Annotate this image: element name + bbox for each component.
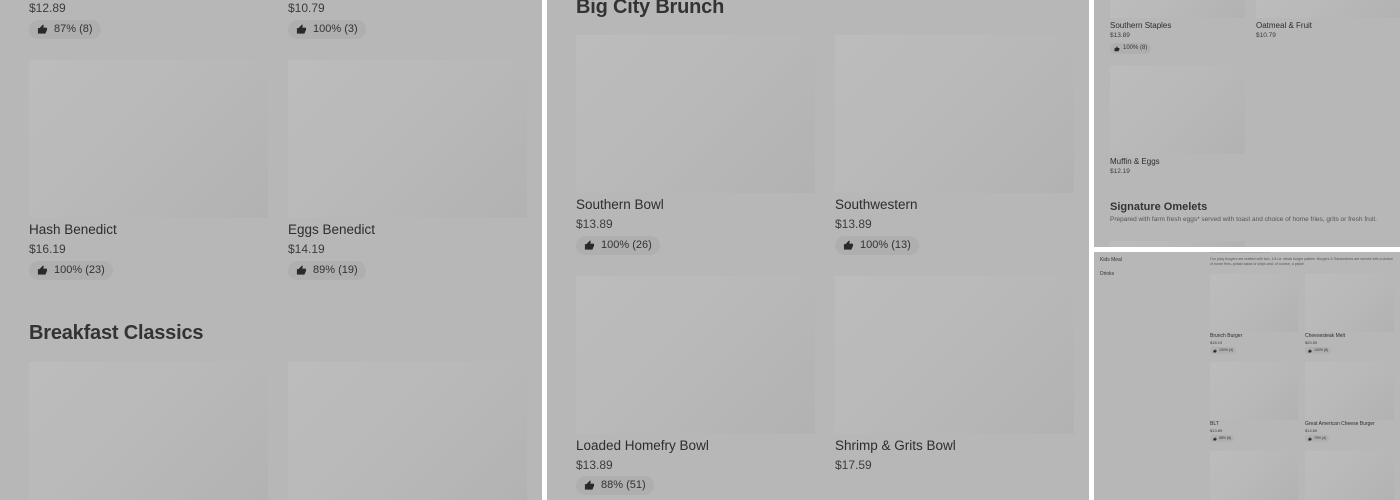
rating-badge: 100% (3)	[288, 20, 366, 39]
item-image	[835, 35, 1074, 193]
rating-badge: 87% (8)	[29, 20, 101, 39]
section-title: Breakfast Classics	[29, 322, 204, 344]
item-name: Southern Bowl	[576, 197, 664, 212]
thumbs-up-icon	[37, 265, 48, 276]
thumbs-up-icon	[584, 240, 595, 251]
item-image	[576, 35, 815, 193]
sidebar-item-drinks[interactable]: Drinks	[1100, 271, 1114, 277]
rating-badge: 88% (8)	[1210, 435, 1235, 442]
item-name[interactable]: Southern Staples	[1110, 21, 1171, 30]
section-description: Our juicy burgers are crafted with two, …	[1210, 257, 1393, 266]
rating-badge: 88% (51)	[576, 476, 654, 495]
item-price: $13.89	[576, 217, 613, 231]
item-name[interactable]: Cheesesteak Melt	[1305, 333, 1345, 339]
thumbs-up-icon	[843, 240, 854, 251]
menu-panel-top-right: Southern Staples $13.89 100% (8) Oatmeal…	[1094, 0, 1400, 247]
item-name: Loaded Homefry Bowl	[576, 438, 709, 453]
item-image[interactable]	[1305, 451, 1394, 500]
menu-item-card[interactable]: Shrimp & Grits Bowl $17.59	[835, 276, 1074, 500]
item-name[interactable]: Brunch Burger	[1210, 333, 1242, 339]
section-description: Prepared with farm fresh eggs* served wi…	[1110, 216, 1377, 223]
thumbs-up-icon	[37, 24, 48, 35]
thumbs-up-icon	[296, 265, 307, 276]
section-title: Signature Omelets	[1110, 201, 1208, 213]
rating-badge: 100% (4)	[1210, 347, 1237, 354]
item-price: $13.89	[576, 458, 613, 472]
item-name[interactable]: Great American Cheese Burger	[1305, 421, 1375, 427]
menu-panel-bottom-right: Kids Meal Drinks Our juicy burgers are c…	[1094, 252, 1400, 500]
thumbs-up-icon	[296, 24, 307, 35]
item-image[interactable]	[1210, 451, 1298, 500]
item-name[interactable]: Muffin & Eggs	[1110, 157, 1160, 166]
item-image[interactable]	[1110, 0, 1245, 18]
item-image[interactable]	[1210, 362, 1298, 420]
menu-panel-left: $12.89 87% (8) $10.79 100% (3) Hash Bene…	[0, 0, 542, 500]
item-price: $13.89	[835, 217, 872, 231]
thumbs-up-icon	[1213, 349, 1217, 353]
thumbs-up-icon	[1213, 437, 1217, 441]
item-image[interactable]	[288, 362, 527, 500]
item-price: $14.19	[288, 242, 325, 256]
thumbs-up-icon	[1308, 437, 1312, 441]
item-image[interactable]	[29, 362, 268, 500]
rating-badge: 100% (23)	[29, 261, 113, 280]
sidebar-item-kids-meal[interactable]: Kids Meal	[1100, 257, 1122, 263]
rating-badge: 100% (26)	[576, 236, 660, 255]
item-image	[576, 276, 815, 434]
item-image	[288, 60, 527, 218]
item-image[interactable]	[1210, 274, 1298, 332]
rating-badge: 100% (8)	[1110, 43, 1152, 54]
item-image	[29, 60, 268, 218]
item-image[interactable]	[1305, 362, 1394, 420]
item-price: $18.19	[1210, 340, 1223, 345]
item-name: Hash Benedict	[29, 222, 117, 237]
menu-item-card[interactable]: Eggs Benedict $14.19 89% (19)	[288, 60, 527, 282]
item-price: $13.89	[1110, 32, 1130, 39]
item-image[interactable]	[1110, 66, 1245, 154]
thumbs-up-icon	[1114, 46, 1120, 52]
menu-panel-middle: Big City Brunch Southern Bowl $13.89 100…	[547, 0, 1089, 500]
item-name: Shrimp & Grits Bowl	[835, 438, 956, 453]
item-name[interactable]: Oatmeal & Fruit	[1256, 21, 1312, 30]
rating-badge: 75% (4)	[1305, 435, 1330, 442]
item-price: $20.59	[1305, 340, 1318, 345]
item-name: Eggs Benedict	[288, 222, 376, 237]
item-image	[835, 276, 1074, 434]
menu-item-card[interactable]: Southwestern $13.89 100% (13)	[835, 35, 1074, 257]
item-price: $12.19	[1110, 168, 1130, 175]
item-price: $10.79	[288, 1, 325, 15]
item-price: $14.69	[1305, 428, 1318, 433]
item-image[interactable]	[1256, 0, 1400, 18]
item-price: $12.89	[29, 1, 66, 15]
section-title-cutoff	[1210, 252, 1270, 253]
thumbs-up-icon	[584, 480, 595, 491]
menu-item-card[interactable]: Hash Benedict $16.19 100% (23)	[29, 60, 268, 282]
menu-item-card[interactable]: Southern Bowl $13.89 100% (26)	[576, 35, 815, 257]
item-price: $17.59	[835, 458, 872, 472]
item-image[interactable]	[1305, 274, 1394, 332]
section-title: Big City Brunch	[576, 0, 725, 18]
item-name: Southwestern	[835, 197, 918, 212]
item-name[interactable]: BLT	[1210, 421, 1219, 427]
menu-item-card[interactable]: Loaded Homefry Bowl $13.89 88% (51)	[576, 276, 815, 500]
item-price: $10.79	[1256, 32, 1276, 39]
item-image[interactable]	[1110, 241, 1245, 247]
thumbs-up-icon	[1308, 349, 1312, 353]
rating-badge: 89% (19)	[288, 261, 366, 280]
rating-badge: 100% (8)	[1305, 347, 1332, 354]
item-price: $16.19	[29, 242, 66, 256]
rating-badge: 100% (13)	[835, 236, 919, 255]
item-price: $13.89	[1210, 428, 1223, 433]
